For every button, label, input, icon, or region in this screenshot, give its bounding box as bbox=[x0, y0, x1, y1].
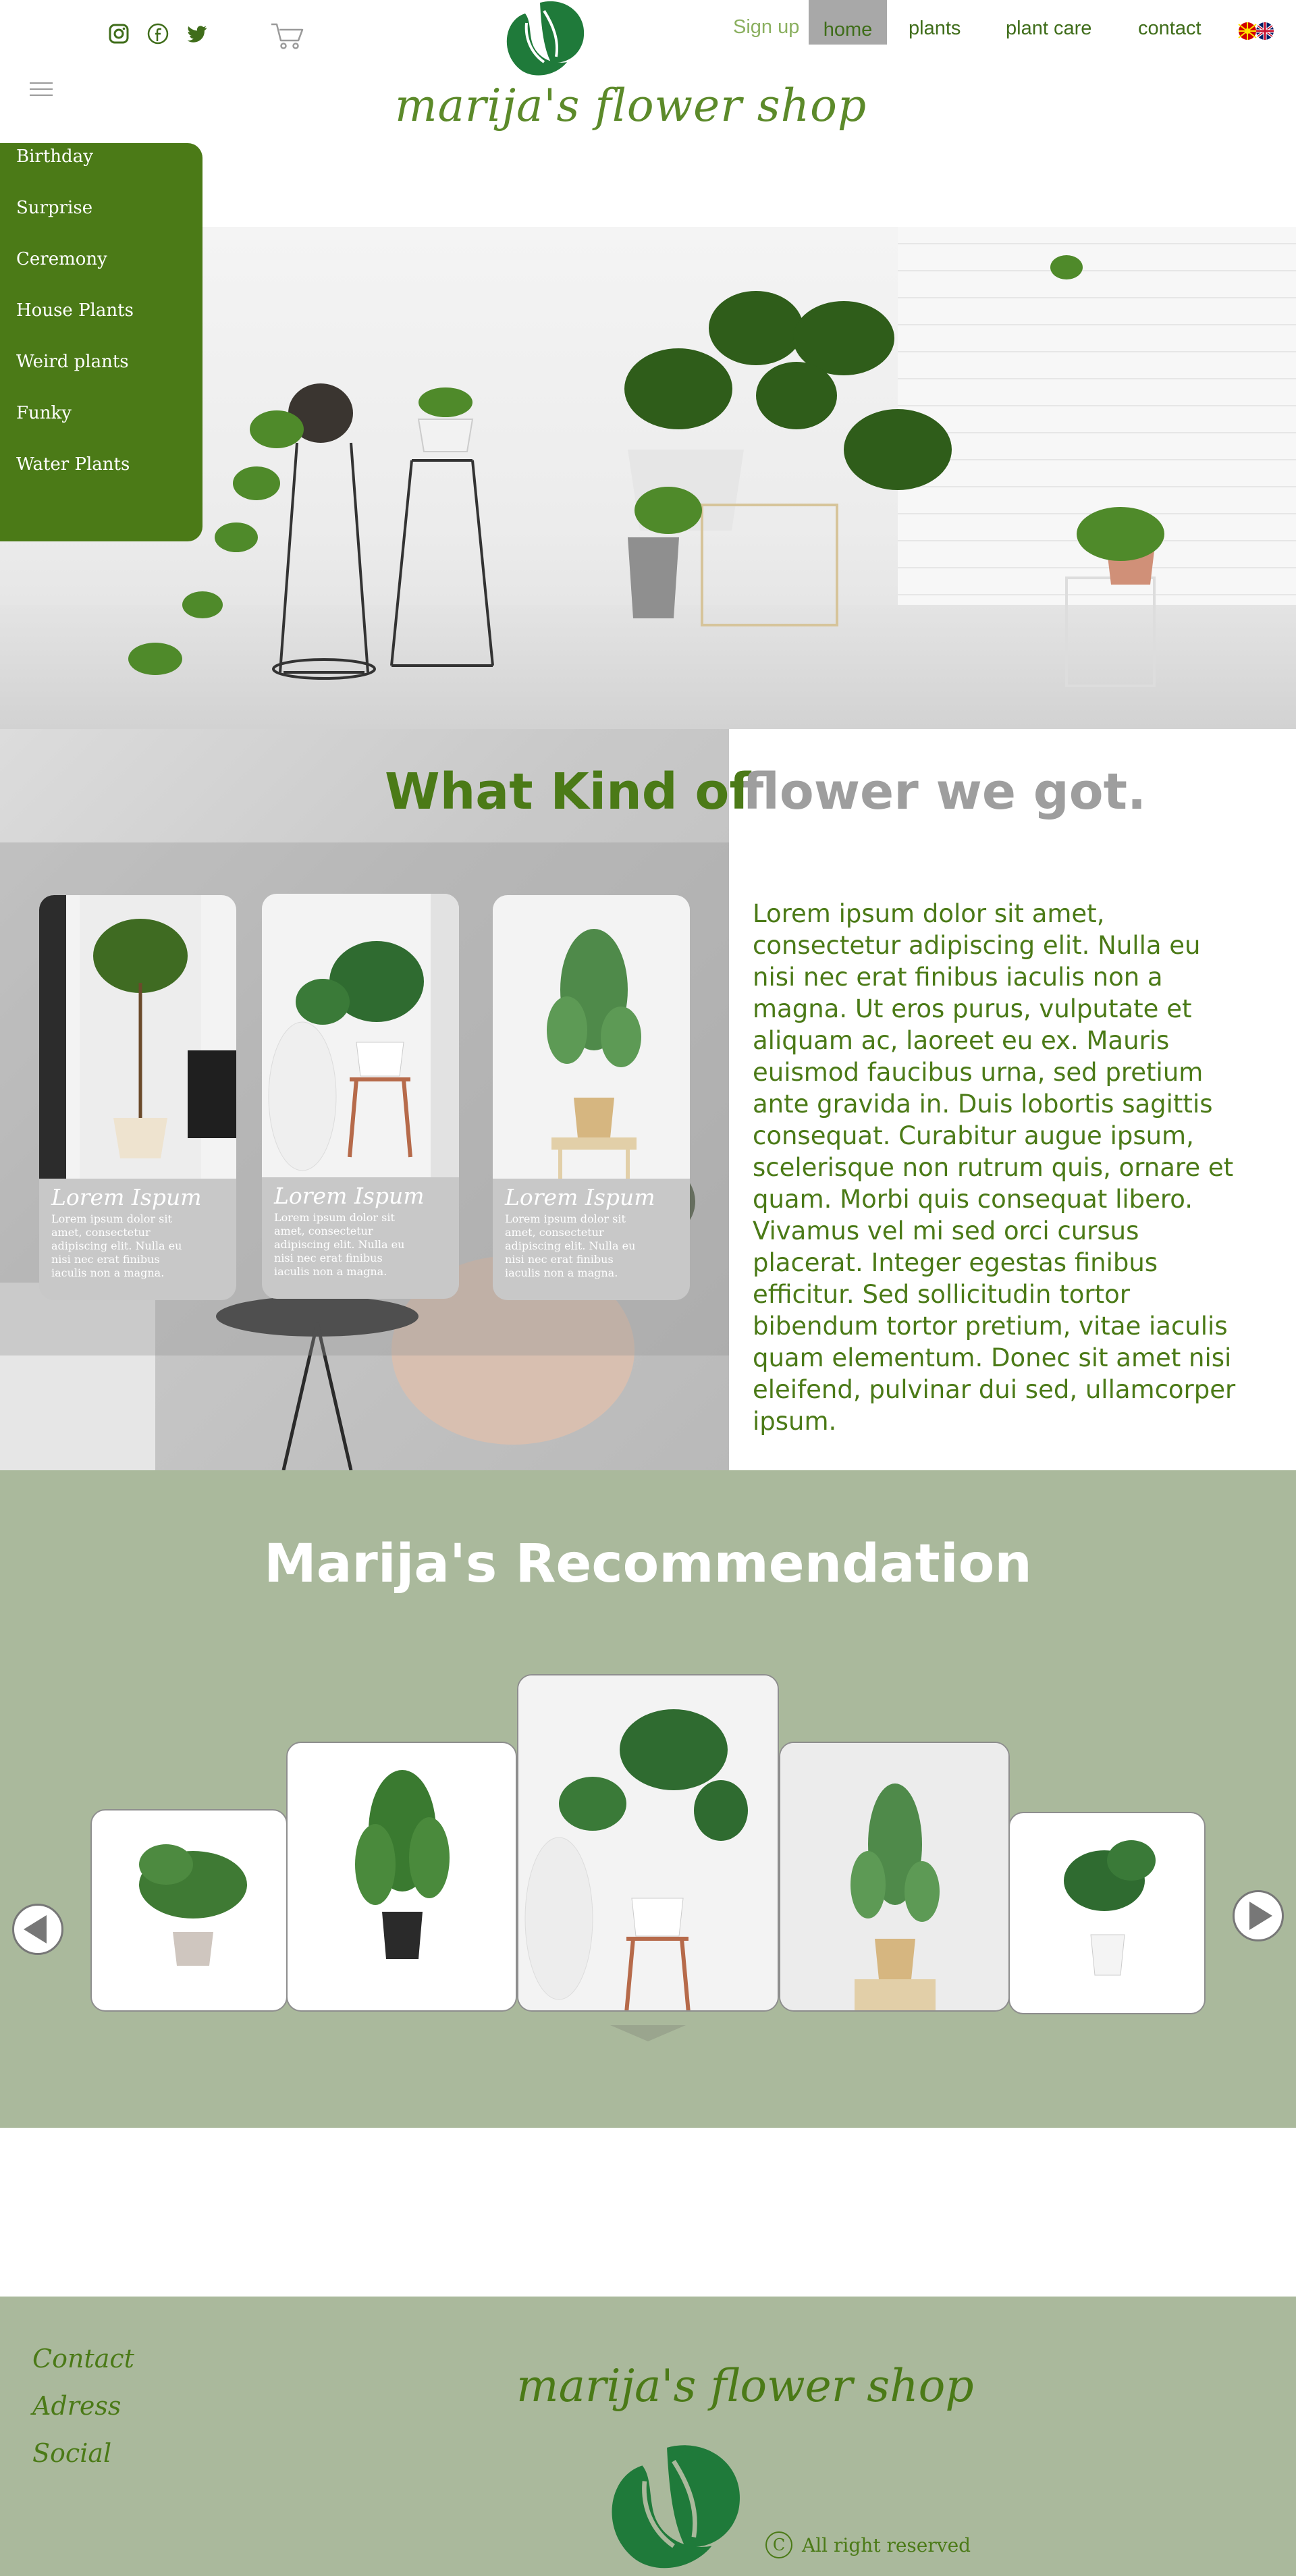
footer-link-social[interactable]: Social bbox=[32, 2438, 111, 2468]
recommendation-card[interactable] bbox=[1008, 1812, 1206, 2014]
plant-card-image bbox=[493, 895, 690, 1179]
social-links bbox=[107, 22, 209, 46]
cart-icon[interactable] bbox=[270, 20, 305, 51]
macedonia-flag-icon bbox=[1238, 22, 1257, 40]
side-menu-item-surprise[interactable]: Surprise bbox=[0, 196, 202, 247]
footer-link-adress[interactable]: Adress bbox=[32, 2391, 121, 2421]
plant-card-title: Lorem Ispum bbox=[505, 1184, 655, 1210]
nav-plants[interactable]: plants bbox=[909, 18, 961, 40]
plant-card-title: Lorem Ispum bbox=[274, 1183, 425, 1209]
kinds-description: Lorem ipsum dolor sit amet, consectetur … bbox=[753, 899, 1236, 1436]
nav-plant-care[interactable]: plant care bbox=[1006, 18, 1091, 40]
plant-card[interactable]: Lorem Ispum Lorem ipsum dolor sit amet, … bbox=[493, 895, 690, 1300]
copyright-icon: C bbox=[765, 2531, 792, 2558]
recommendation-card[interactable] bbox=[90, 1809, 288, 2012]
plant-card-image bbox=[39, 895, 236, 1179]
recommendation-card-featured[interactable] bbox=[517, 1674, 779, 2012]
plant-card-text: Lorem ipsum dolor sit amet, consectetur … bbox=[505, 1212, 636, 1279]
side-menu-item-weird-plants[interactable]: Weird plants bbox=[0, 350, 202, 401]
logo-leaf-icon[interactable] bbox=[497, 0, 591, 80]
footer-link-contact[interactable]: Contact bbox=[32, 2344, 134, 2373]
plant-card-text: Lorem ipsum dolor sit amet, consectetur … bbox=[51, 1212, 182, 1279]
recommendation-card[interactable] bbox=[286, 1742, 517, 2012]
nav-home[interactable]: home bbox=[809, 0, 887, 45]
footer-logo-leaf-icon bbox=[612, 2445, 740, 2569]
plant-card-text: Lorem ipsum dolor sit amet, consectetur … bbox=[274, 1211, 405, 1278]
plant-card[interactable]: Lorem Ispum Lorem ipsum dolor sit amet, … bbox=[262, 894, 459, 1299]
copyright: C All right reserved bbox=[765, 2531, 971, 2558]
kinds-title-grey: flower we got. bbox=[742, 763, 1147, 821]
side-menu-item-ceremony[interactable]: Ceremony bbox=[0, 247, 202, 298]
footer-logo-text: marija's flower shop bbox=[516, 2360, 974, 2412]
logo-text[interactable]: marija's flower shop bbox=[395, 80, 866, 132]
plant-card-title: Lorem Ispum bbox=[51, 1184, 202, 1210]
language-flags[interactable] bbox=[1237, 22, 1277, 41]
plant-card-image bbox=[262, 894, 459, 1177]
chevron-down-icon[interactable] bbox=[610, 2025, 686, 2041]
side-menu-item-house-plants[interactable]: House Plants bbox=[0, 298, 202, 350]
plant-card[interactable]: Lorem Ispum Lorem ipsum dolor sit amet, … bbox=[39, 895, 236, 1300]
side-menu: Birthday Surprise Ceremony House Plants … bbox=[0, 143, 202, 541]
nav-contact[interactable]: contact bbox=[1138, 18, 1202, 40]
hamburger-menu-icon[interactable] bbox=[30, 82, 53, 97]
kinds-title-green: What Kind of bbox=[385, 763, 751, 821]
side-menu-item-water-plants[interactable]: Water Plants bbox=[0, 452, 202, 504]
side-menu-item-funky[interactable]: Funky bbox=[0, 401, 202, 452]
side-menu-item-birthday[interactable]: Birthday bbox=[0, 144, 202, 196]
facebook-icon[interactable] bbox=[146, 22, 170, 46]
arrow-left-icon[interactable] bbox=[12, 1904, 63, 1955]
instagram-icon[interactable] bbox=[107, 22, 131, 46]
copyright-text: All right reserved bbox=[802, 2533, 971, 2556]
signup-link[interactable]: Sign up bbox=[733, 16, 799, 38]
twitter-icon[interactable] bbox=[185, 22, 209, 46]
uk-flag-icon bbox=[1256, 22, 1274, 40]
arrow-right-icon[interactable] bbox=[1233, 1890, 1284, 1941]
recommendation-title: Marija's Recommendation bbox=[264, 1534, 1032, 1594]
recommendation-card[interactable] bbox=[779, 1742, 1010, 2012]
